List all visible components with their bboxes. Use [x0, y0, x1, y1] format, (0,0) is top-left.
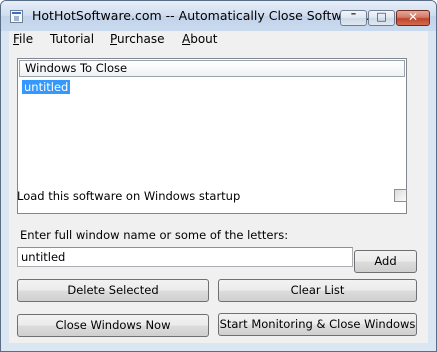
delete-selected-button[interactable]: Delete Selected [17, 279, 209, 302]
startup-label: Load this software on Windows startup [17, 189, 241, 203]
maximize-icon: □ [376, 10, 387, 23]
minimize-icon: – [350, 7, 357, 20]
app-window: HotHotSoftware.com -- Automatically Clos… [0, 0, 437, 352]
menu-tutorial[interactable]: Tutorial [50, 32, 94, 46]
close-windows-now-button[interactable]: Close Windows Now [17, 314, 209, 337]
client-area: File Tutorial Purchase About Windows To … [9, 31, 428, 343]
menu-about[interactable]: About [182, 32, 218, 46]
start-monitoring-button[interactable]: Start Monitoring & Close Windows [218, 313, 417, 336]
add-button[interactable]: Add [354, 250, 417, 273]
menu-bar: File Tutorial Purchase About [9, 31, 428, 50]
menu-file[interactable]: File [13, 32, 33, 46]
window-title: HotHotSoftware.com -- Automatically Clos… [32, 8, 378, 23]
title-bar[interactable]: HotHotSoftware.com -- Automatically Clos… [1, 1, 436, 31]
maximize-button[interactable]: □ [368, 10, 395, 26]
list-item[interactable]: untitled [22, 80, 71, 94]
minimize-button[interactable]: – [340, 7, 367, 26]
app-icon[interactable] [10, 10, 23, 23]
close-icon: ✕ [407, 10, 419, 24]
window-name-input[interactable] [17, 247, 353, 267]
close-button[interactable]: ✕ [396, 10, 430, 26]
clear-list-button[interactable]: Clear List [218, 279, 417, 302]
menu-purchase[interactable]: Purchase [110, 32, 165, 46]
startup-checkbox[interactable] [394, 189, 407, 202]
list-column-header[interactable]: Windows To Close [19, 60, 405, 77]
window-name-label: Enter full window name or some of the le… [20, 228, 289, 242]
